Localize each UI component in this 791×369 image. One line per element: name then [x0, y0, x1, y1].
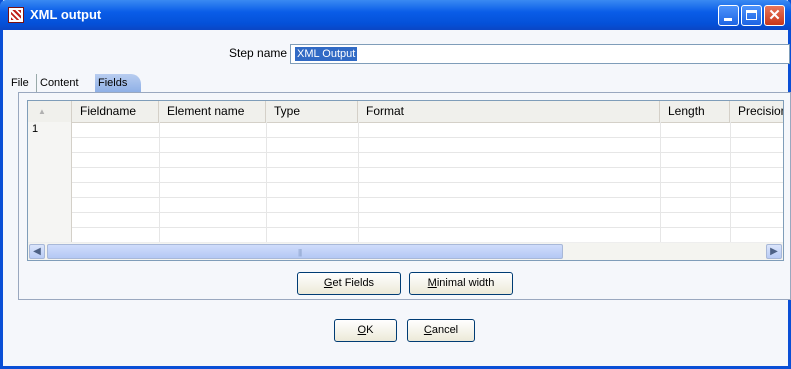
close-button[interactable]: ✕: [764, 5, 785, 26]
table-row[interactable]: 1: [28, 122, 783, 138]
fields-table[interactable]: ▲ Fieldname Element name Type Format Len…: [27, 100, 784, 261]
tab-file[interactable]: File: [8, 74, 32, 92]
step-name-label: Step name: [229, 46, 288, 60]
table-row[interactable]: [28, 137, 783, 153]
row-header: [28, 227, 72, 242]
dialog-window: XML output ✕ Step name XML Output File C…: [0, 0, 791, 369]
grip-icon: |||: [298, 248, 302, 257]
tab-fields[interactable]: Fields: [95, 74, 142, 92]
horizontal-scrollbar[interactable]: ◀ ||| ▶: [28, 242, 783, 260]
ok-button[interactable]: OK: [334, 319, 397, 342]
column-header-element-name[interactable]: Element name: [159, 101, 266, 122]
step-name-value: XML Output: [295, 47, 358, 61]
table-row[interactable]: [28, 227, 783, 243]
minimize-icon: [724, 18, 732, 21]
table-row[interactable]: [28, 197, 783, 213]
cancel-button[interactable]: Cancel: [407, 319, 475, 342]
row-header: [28, 182, 72, 197]
row-header: [28, 212, 72, 227]
table-row[interactable]: [28, 182, 783, 198]
minimize-button[interactable]: [718, 5, 739, 26]
scroll-right-icon[interactable]: ▶: [766, 244, 782, 259]
maximize-icon: [746, 10, 757, 20]
column-header-type[interactable]: Type: [266, 101, 358, 122]
table-row[interactable]: [28, 167, 783, 183]
table-header: ▲ Fieldname Element name Type Format Len…: [28, 101, 783, 123]
table-row[interactable]: [28, 152, 783, 168]
tab-content[interactable]: Content: [36, 74, 82, 92]
close-icon: ✕: [768, 7, 781, 24]
row-number: 1: [28, 122, 72, 137]
row-header: [28, 137, 72, 152]
column-header-length[interactable]: Length: [660, 101, 730, 122]
minimal-width-button[interactable]: Minimal width: [409, 272, 513, 295]
maximize-button[interactable]: [741, 5, 762, 26]
fields-panel: ▲ Fieldname Element name Type Format Len…: [18, 92, 791, 300]
title-bar[interactable]: XML output ✕: [0, 0, 791, 30]
scrollbar-thumb[interactable]: |||: [47, 244, 563, 259]
row-header: [28, 167, 72, 182]
sort-triangle-icon[interactable]: ▲: [28, 101, 72, 122]
app-icon: [8, 7, 24, 23]
scroll-left-icon[interactable]: ◀: [29, 244, 45, 259]
step-name-input[interactable]: XML Output: [290, 44, 790, 64]
get-fields-button[interactable]: Get Fields: [297, 272, 401, 295]
column-header-format[interactable]: Format: [358, 101, 660, 122]
row-header: [28, 152, 72, 167]
column-header-precision[interactable]: Precision: [730, 101, 783, 122]
column-header-fieldname[interactable]: Fieldname: [72, 101, 159, 122]
row-header: [28, 197, 72, 212]
table-row[interactable]: [28, 212, 783, 228]
window-title: XML output: [30, 7, 102, 22]
